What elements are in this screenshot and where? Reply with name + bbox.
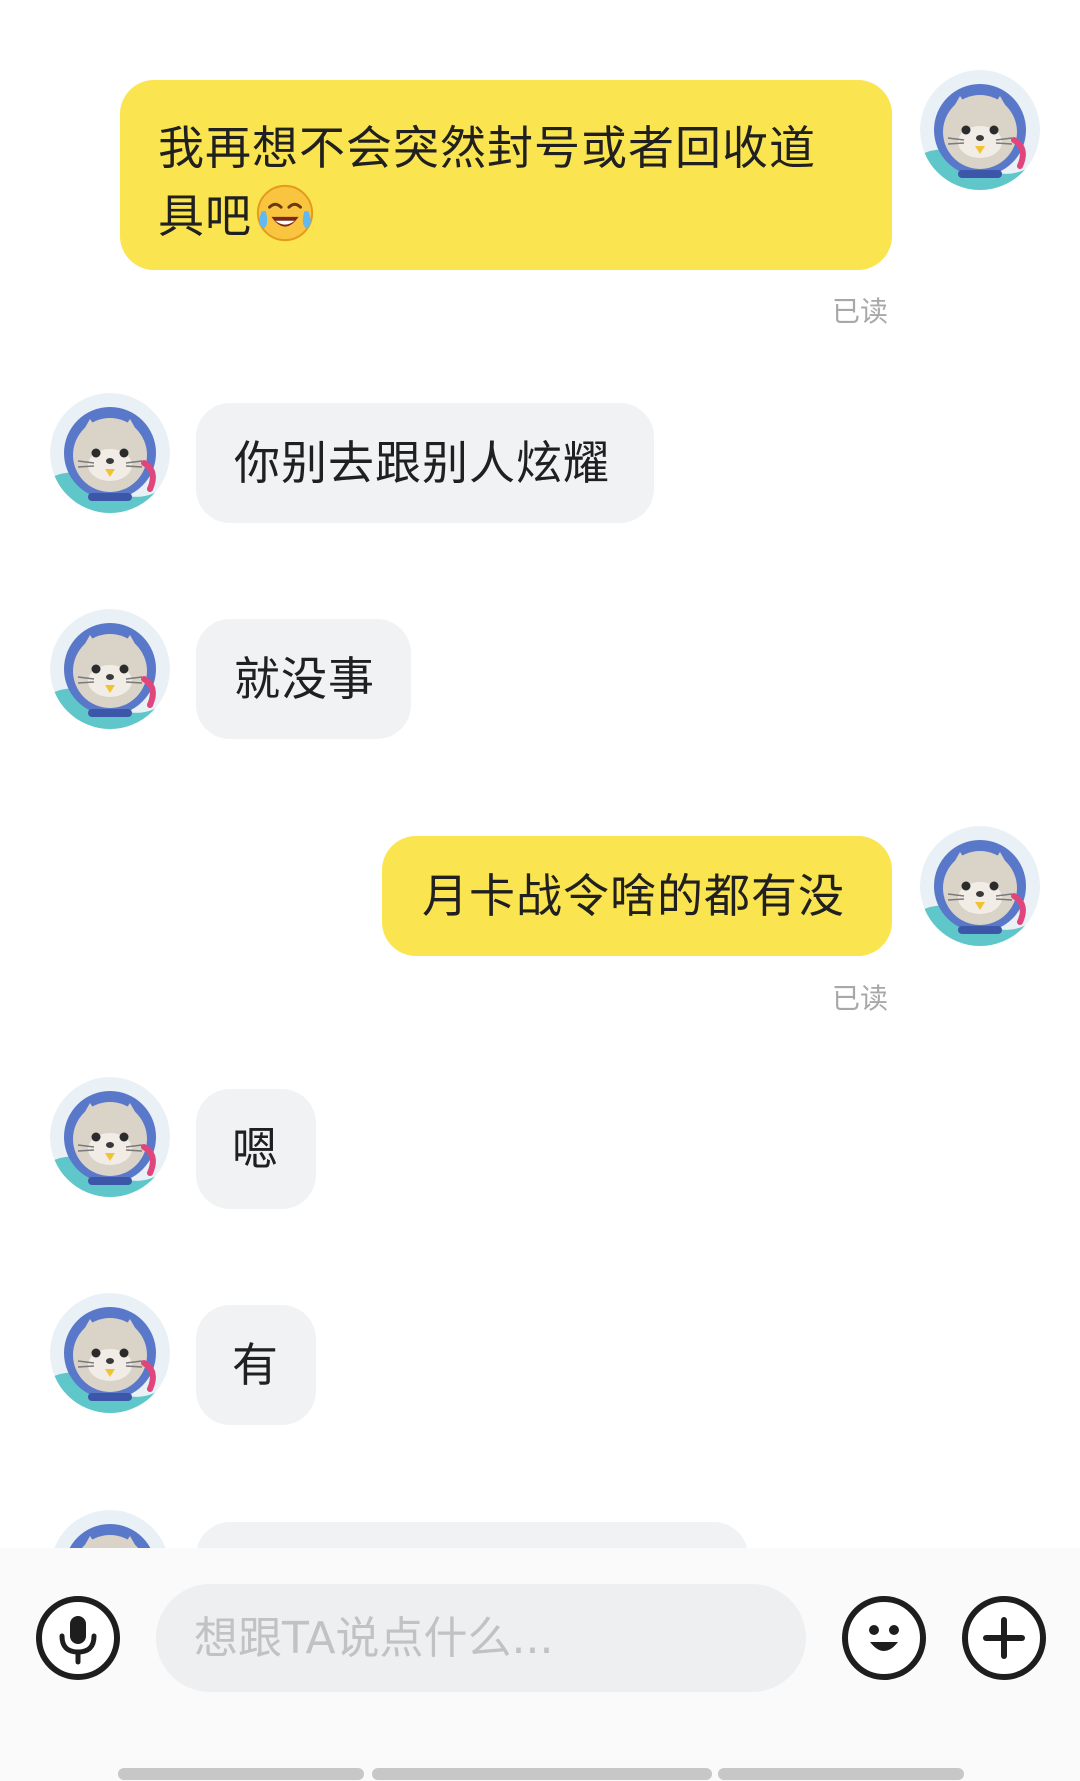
message-bubble-received[interactable]: 你别去跟别人炫耀 — [196, 403, 654, 523]
read-status: 已读 — [832, 295, 889, 328]
read-status: 已读 — [832, 982, 889, 1015]
contact-avatar[interactable] — [50, 393, 170, 513]
home-indicator — [718, 1768, 964, 1780]
microphone-icon[interactable] — [36, 1596, 120, 1680]
message-input[interactable] — [156, 1584, 806, 1692]
message-bubble-sent[interactable]: 我再想不会突然封号或者回收道具吧 — [120, 80, 892, 270]
message-text: 月卡战令啥的都有没 — [422, 869, 845, 923]
message-bubble-received[interactable]: 嗯 — [196, 1089, 316, 1209]
home-indicator — [372, 1768, 712, 1780]
contact-avatar[interactable] — [50, 1077, 170, 1197]
message-bubble-received[interactable]: 就没事 — [196, 619, 411, 739]
message-text: 嗯 — [232, 1122, 279, 1176]
face-with-tears-of-joy-icon — [254, 182, 316, 244]
my-avatar[interactable] — [920, 826, 1040, 946]
my-avatar[interactable] — [920, 70, 1040, 190]
message-bubble-sent[interactable]: 月卡战令啥的都有没 — [382, 836, 892, 956]
message-input-bar — [0, 1548, 1080, 1781]
message-text: 就没事 — [234, 652, 375, 706]
message-input-field[interactable] — [156, 1584, 806, 1692]
home-indicator — [118, 1768, 364, 1780]
message-text: 有 — [232, 1338, 279, 1392]
contact-avatar[interactable] — [50, 1293, 170, 1413]
contact-avatar[interactable] — [50, 609, 170, 729]
message-bubble-received[interactable]: 有 — [196, 1305, 316, 1425]
message-text: 你别去跟别人炫耀 — [234, 436, 610, 490]
smiley-icon[interactable] — [842, 1596, 926, 1680]
plus-icon[interactable] — [962, 1596, 1046, 1680]
